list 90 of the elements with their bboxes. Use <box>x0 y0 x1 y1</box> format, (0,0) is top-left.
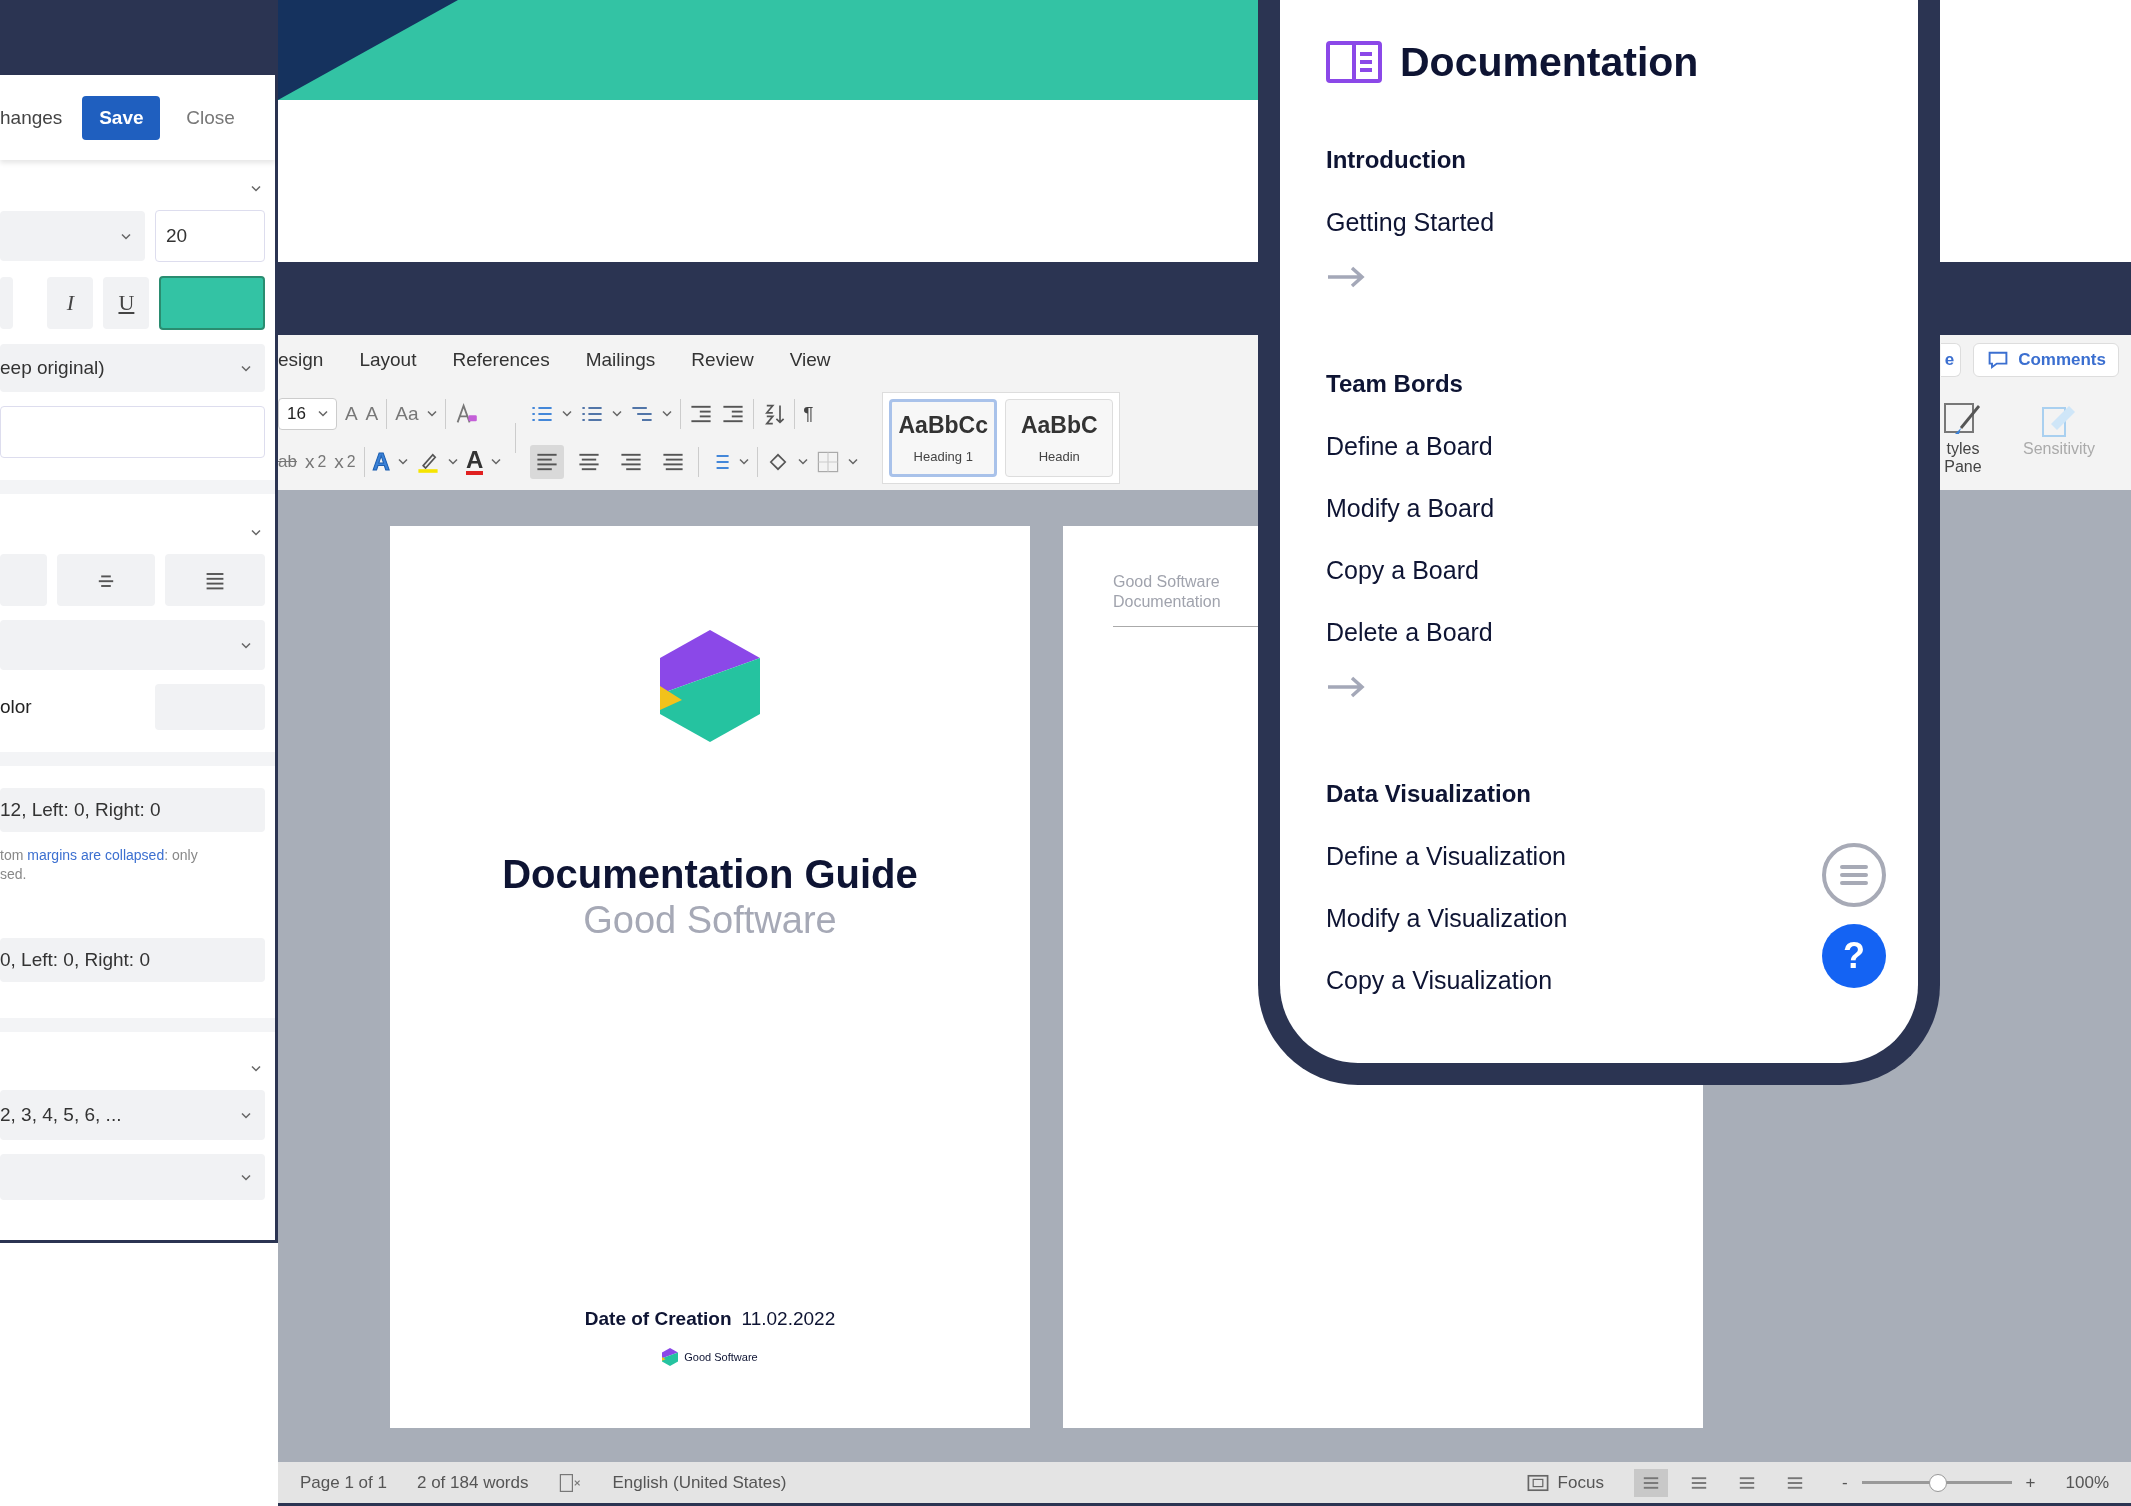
page-header-text: Good Software <box>1113 572 1220 592</box>
doc-link[interactable]: Copy a Visualization <box>1326 949 1553 1011</box>
change-case-button[interactable]: Aa <box>395 402 419 425</box>
section-heading: Introduction <box>1326 145 1466 175</box>
caret-icon <box>447 458 458 465</box>
text-effects-button[interactable]: A <box>372 447 390 476</box>
text-case-select[interactable]: eep original) <box>0 344 265 392</box>
color-swatch[interactable] <box>159 276 265 330</box>
document-title: Documentation Guide <box>502 852 918 897</box>
panel-title: Documentation <box>1400 38 1699 86</box>
comments-button[interactable]: Comments <box>1973 343 2119 377</box>
book-icon <box>1326 41 1382 83</box>
strikethrough-button[interactable]: ab <box>278 451 297 472</box>
doc-link[interactable]: Delete a Board <box>1326 601 1493 663</box>
caret-icon <box>317 410 328 417</box>
caret-icon <box>798 458 809 465</box>
italic-button[interactable]: I <box>47 277 94 329</box>
font-size-select[interactable]: 16 <box>278 397 337 430</box>
caret-icon <box>241 1111 251 1119</box>
page-header-text: Documentation <box>1113 592 1221 612</box>
doc-link[interactable]: Define a Board <box>1326 415 1493 477</box>
dropdown-field[interactable] <box>0 620 265 670</box>
ribbon-tab[interactable]: esign <box>278 349 342 371</box>
font-color-button[interactable]: A <box>465 448 484 475</box>
margin-note: tom margins are collapsed: only <box>0 846 199 865</box>
zoom-value[interactable]: 100% <box>2065 1472 2109 1493</box>
ribbon-tab[interactable]: Mailings <box>567 349 674 371</box>
language[interactable]: English (United States) <box>612 1472 787 1493</box>
caret-icon <box>426 410 437 417</box>
ribbon-tab[interactable]: Review <box>673 349 772 371</box>
caret-icon <box>612 410 623 417</box>
caret-icon <box>848 458 859 465</box>
caret-icon <box>562 410 573 417</box>
padding-field[interactable]: 12, Left: 0, Right: 0 <box>0 788 265 832</box>
arrow-right-icon[interactable] <box>1326 265 1366 289</box>
word-count[interactable]: 2 of 184 words <box>416 1472 529 1493</box>
help-button[interactable]: ? <box>1822 924 1886 988</box>
caret-icon <box>251 529 261 536</box>
show-formatting-button[interactable]: ¶ <box>803 402 814 425</box>
date-value: 11.02.2022 <box>741 1308 836 1330</box>
underline-button[interactable]: U <box>103 277 150 329</box>
ribbon-tab[interactable]: View <box>771 349 849 371</box>
caret-icon <box>739 458 750 465</box>
arrow-right-icon[interactable] <box>1326 675 1366 699</box>
style-option[interactable]: AaBbC Headin <box>1005 398 1114 477</box>
numbering-select[interactable]: 2, 3, 4, 5, 6, ... <box>0 1090 265 1140</box>
share-button[interactable]: e <box>1940 343 1962 377</box>
shrink-font-button[interactable]: A <box>365 402 379 425</box>
font-size-field[interactable]: 20 <box>155 210 265 262</box>
margin-field[interactable]: 0, Left: 0, Right: 0 <box>0 938 265 982</box>
caret-icon <box>662 410 673 417</box>
hexagon-logo <box>662 1348 679 1366</box>
zoom-in-button[interactable]: + <box>2025 1472 2036 1493</box>
section-heading: Data Visualization <box>1326 779 1531 809</box>
doc-link[interactable]: Copy a Board <box>1326 539 1479 601</box>
doc-link[interactable]: Define a Visualization <box>1326 825 1566 887</box>
section-heading: Team Bords <box>1326 369 1463 399</box>
caret-icon <box>241 641 251 649</box>
color-label: olor <box>0 696 32 718</box>
save-button[interactable]: Save <box>82 95 161 140</box>
margin-note: sed. <box>0 865 28 884</box>
style-option[interactable]: AaBbCc Heading 1 <box>889 398 998 477</box>
ribbon-tab[interactable]: Layout <box>341 349 435 371</box>
brand-name: Good Software <box>684 1351 758 1363</box>
grow-font-button[interactable]: A <box>344 402 358 425</box>
dropdown-field[interactable] <box>0 1154 265 1200</box>
document-subtitle: Good Software <box>583 899 837 942</box>
ribbon-tab[interactable]: References <box>434 349 568 371</box>
changes-label: hanges <box>0 106 63 129</box>
zoom-out-button[interactable]: - <box>1841 1472 1848 1493</box>
doc-link[interactable]: Getting Started <box>1326 191 1495 253</box>
page-count[interactable]: Page 1 of 1 <box>300 1472 387 1493</box>
borders-icon[interactable] <box>816 449 841 474</box>
view-button[interactable] <box>1633 1468 1668 1497</box>
styles-pane-button[interactable]: tyles Pane <box>1936 398 1989 477</box>
caret-icon <box>491 458 502 465</box>
caret-icon <box>241 1173 251 1181</box>
doc-link[interactable]: Modify a Visualization <box>1326 887 1568 949</box>
focus-label[interactable]: Focus <box>1557 1472 1604 1493</box>
caret-icon <box>251 185 261 192</box>
menu-icon <box>1839 863 1869 887</box>
date-label: Date of Creation <box>584 1308 732 1330</box>
doc-link[interactable]: Modify a Board <box>1326 477 1495 539</box>
caret-icon <box>241 364 251 372</box>
text-field[interactable] <box>0 406 265 458</box>
zoom-slider-thumb[interactable] <box>1928 1473 1947 1492</box>
caret-icon <box>121 232 131 240</box>
caret-icon <box>251 1065 261 1072</box>
close-button[interactable]: Close <box>180 105 241 130</box>
caret-icon <box>397 458 408 465</box>
